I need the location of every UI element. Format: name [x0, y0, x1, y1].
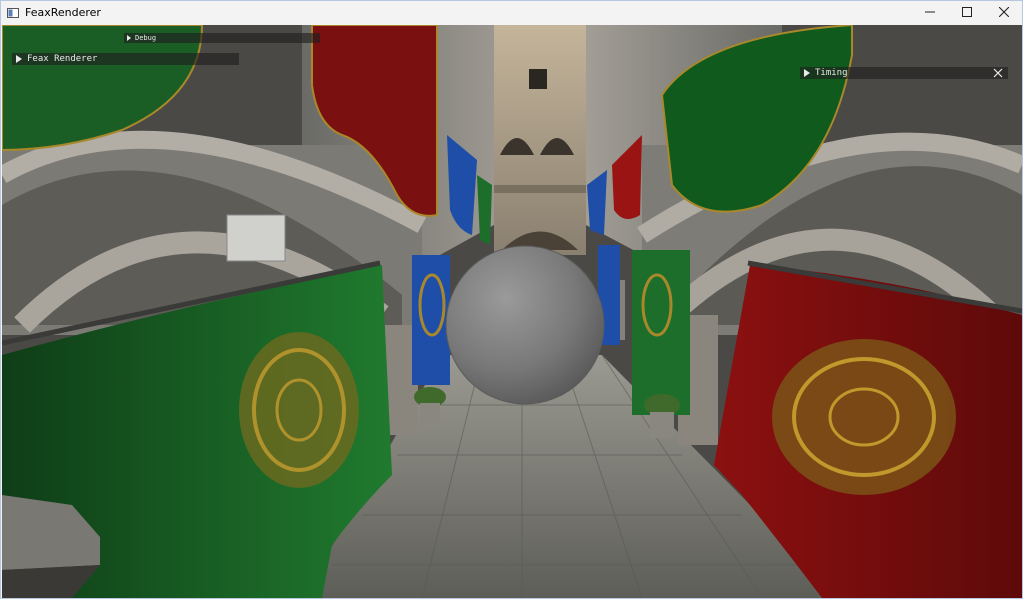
debug-panel-label: Debug: [135, 34, 157, 42]
far-wall: [494, 25, 586, 255]
render-viewport[interactable]: Debug Feax Renderer Timing: [2, 25, 1022, 598]
collapse-arrow-icon[interactable]: [804, 69, 810, 77]
close-window-button[interactable]: [985, 1, 1022, 25]
framed-panel: [226, 214, 286, 262]
feax-renderer-panel-label: Feax Renderer: [27, 54, 98, 64]
debug-panel-header[interactable]: Debug: [124, 33, 320, 43]
window-icon: [7, 6, 19, 18]
maximize-icon: [962, 4, 972, 22]
app-window: FeaxRenderer Debug Feax Renderer Timing: [0, 0, 1023, 599]
maximize-button[interactable]: [948, 1, 986, 25]
collapse-arrow-icon[interactable]: [16, 55, 22, 63]
window-title: FeaxRenderer: [25, 6, 101, 19]
timing-panel-header[interactable]: Timing: [800, 67, 1008, 79]
collapse-arrow-icon[interactable]: [127, 35, 131, 41]
feax-renderer-panel-header[interactable]: Feax Renderer: [12, 53, 239, 65]
timing-panel-label: Timing: [815, 68, 848, 78]
minimize-button[interactable]: [911, 1, 949, 25]
minimize-icon: [925, 4, 935, 22]
sponza-scene: [2, 25, 1022, 598]
gray-sphere: [445, 245, 605, 405]
title-bar[interactable]: FeaxRenderer: [1, 1, 1022, 25]
close-icon[interactable]: [993, 68, 1003, 78]
close-icon: [998, 4, 1010, 22]
